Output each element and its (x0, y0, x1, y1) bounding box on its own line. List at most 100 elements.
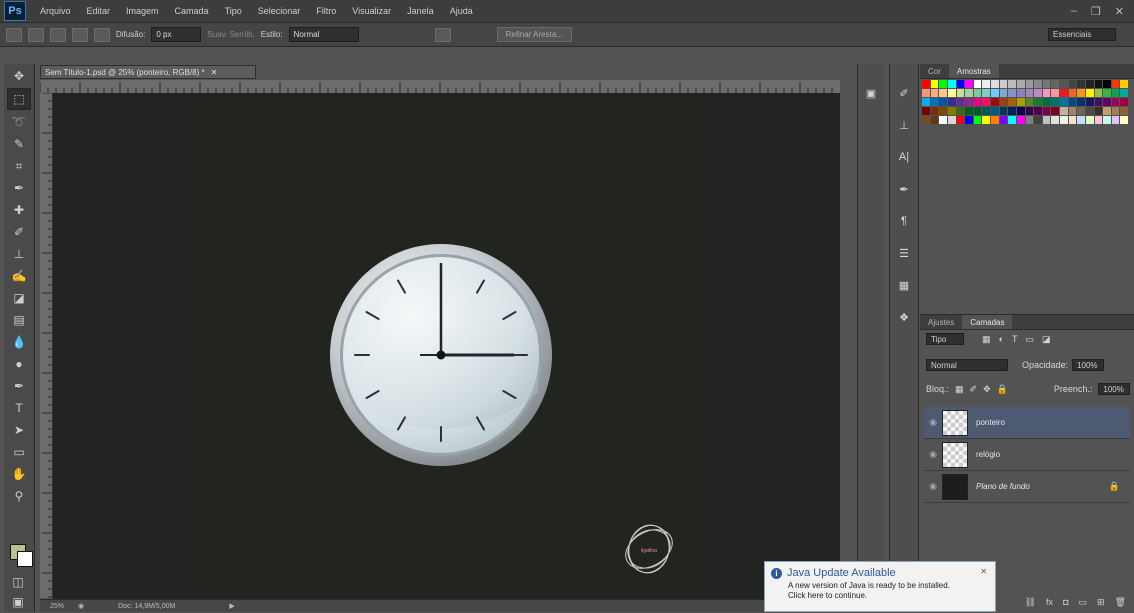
document-tab[interactable]: Sem Título-1.psd @ 25% (ponteiro, RGB/8)… (40, 65, 256, 79)
color-swatch[interactable] (991, 107, 999, 115)
color-swatch[interactable] (922, 116, 930, 124)
new-group-icon[interactable]: ▭ (1079, 597, 1088, 608)
color-swatch[interactable] (1051, 98, 1059, 106)
lock-move-icon[interactable]: ✥ (983, 384, 991, 395)
character-panel-icon[interactable]: A| (895, 148, 913, 166)
color-swatch[interactable] (939, 80, 947, 88)
adjustments-icon[interactable]: ☰ (895, 244, 913, 262)
color-swatch[interactable] (991, 116, 999, 124)
pen-tool-icon[interactable]: ✒ (8, 376, 30, 396)
color-swatch[interactable] (922, 80, 930, 88)
color-swatch[interactable] (1016, 107, 1025, 115)
blur-tool-icon[interactable]: 💧 (8, 332, 30, 352)
healing-brush-tool-icon[interactable]: ✚ (8, 200, 30, 220)
background-color-swatch[interactable] (17, 551, 33, 567)
color-swatch[interactable] (1085, 89, 1094, 97)
color-swatch[interactable] (1068, 89, 1077, 97)
color-swatch[interactable] (1042, 107, 1051, 115)
color-swatch[interactable] (982, 98, 990, 106)
color-swatch[interactable] (956, 80, 965, 88)
zoom-level[interactable]: 25% (50, 603, 64, 610)
color-swatch[interactable] (1025, 107, 1034, 115)
color-swatch[interactable] (1008, 80, 1016, 88)
document-canvas[interactable]: ligafina (198, 93, 698, 599)
menu-camada[interactable]: Camada (167, 6, 217, 16)
add-mask-icon[interactable]: ◘ (1063, 597, 1068, 608)
color-swatch[interactable] (973, 80, 982, 88)
color-swatch[interactable] (1085, 80, 1094, 88)
color-swatch[interactable] (922, 98, 930, 106)
color-swatch[interactable] (930, 116, 939, 124)
java-update-notification[interactable]: i Java Update Available A new version of… (764, 561, 996, 612)
color-swatch[interactable] (1051, 107, 1059, 115)
color-swatch[interactable] (1120, 98, 1128, 106)
menu-janela[interactable]: Janela (399, 6, 442, 16)
paragraph-panel-icon[interactable]: ¶ (895, 212, 913, 230)
color-swatch[interactable] (973, 89, 982, 97)
color-swatch[interactable] (1077, 98, 1085, 106)
color-swatch[interactable] (1094, 89, 1103, 97)
color-swatch[interactable] (1068, 107, 1077, 115)
visibility-eye-icon[interactable]: ◉ (924, 449, 942, 460)
color-swatch[interactable] (1016, 116, 1025, 124)
color-swatch[interactable] (1042, 116, 1051, 124)
color-swatch[interactable] (956, 98, 965, 106)
menu-tipo[interactable]: Tipo (217, 6, 250, 16)
color-swatch[interactable] (1077, 89, 1085, 97)
color-swatch[interactable] (991, 98, 999, 106)
color-swatch[interactable] (1068, 98, 1077, 106)
gradient-tool-icon[interactable]: ▤ (8, 310, 30, 330)
color-swatch[interactable] (965, 107, 973, 115)
layer-row-relogio[interactable]: ◉ relógio (924, 439, 1130, 471)
marquee-tool-icon[interactable]: ⬚ (7, 88, 31, 110)
color-swatch[interactable] (1008, 116, 1016, 124)
color-swatch[interactable] (1068, 116, 1077, 124)
hand-tool-icon[interactable]: ✋ (8, 464, 30, 484)
color-swatch[interactable] (999, 89, 1008, 97)
color-swatch[interactable] (1111, 89, 1120, 97)
color-swatch[interactable] (939, 116, 947, 124)
color-swatch[interactable] (1060, 98, 1068, 106)
color-swatch[interactable] (956, 107, 965, 115)
layer-row-ponteiro[interactable]: ◉ ponteiro (924, 407, 1130, 439)
style-select[interactable]: Normal (288, 27, 359, 42)
color-swatch[interactable] (1103, 80, 1111, 88)
color-swatch[interactable] (1094, 116, 1103, 124)
properties-icon[interactable]: ▦ (895, 276, 913, 294)
color-swatch[interactable] (1051, 89, 1059, 97)
color-swatch[interactable] (947, 80, 956, 88)
tab-amostras[interactable]: Amostras (948, 64, 999, 78)
shape-tool-icon[interactable]: ▭ (8, 442, 30, 462)
lock-all-icon[interactable]: 🔒 (997, 384, 1008, 395)
menu-selecionar[interactable]: Selecionar (250, 6, 309, 16)
color-swatch[interactable] (939, 89, 947, 97)
tab-ajustes[interactable]: Ajustes (920, 315, 962, 329)
color-swatch[interactable] (930, 80, 939, 88)
color-swatch[interactable] (1111, 116, 1120, 124)
color-swatch[interactable] (1016, 80, 1025, 88)
new-layer-icon[interactable]: ⊞ (1097, 597, 1105, 608)
menu-visualizar[interactable]: Visualizar (344, 6, 399, 16)
delete-layer-icon[interactable]: 🗑 (1115, 597, 1126, 608)
layer-row-background[interactable]: ◉ Plano de fundo 🔒 (924, 471, 1130, 503)
filter-smart-icon[interactable]: ◪ (1042, 334, 1051, 345)
feather-input[interactable]: 0 px (151, 27, 202, 42)
crop-tool-icon[interactable]: ⌗ (8, 156, 30, 176)
brush-panel-icon[interactable]: ✐ (895, 84, 913, 102)
menu-ajuda[interactable]: Ajuda (442, 6, 481, 16)
filter-adjustment-icon[interactable]: ◐ (999, 334, 1004, 344)
lasso-tool-icon[interactable]: ➰ (8, 112, 30, 132)
screen-mode-icon[interactable]: ▣ (7, 592, 29, 612)
swap-dimensions-icon[interactable] (434, 27, 451, 42)
workspace-select[interactable]: Essenciais (1048, 28, 1116, 41)
color-swatch[interactable] (930, 89, 939, 97)
color-swatch[interactable] (1085, 107, 1094, 115)
menu-arquivo[interactable]: Arquivo (32, 6, 79, 16)
color-swatch[interactable] (965, 89, 973, 97)
menu-imagem[interactable]: Imagem (118, 6, 167, 16)
color-swatch[interactable] (1008, 98, 1016, 106)
color-swatch[interactable] (1120, 89, 1128, 97)
actions-icon[interactable]: ❖ (895, 308, 913, 326)
color-swatch[interactable] (947, 116, 956, 124)
color-swatch[interactable] (973, 116, 982, 124)
